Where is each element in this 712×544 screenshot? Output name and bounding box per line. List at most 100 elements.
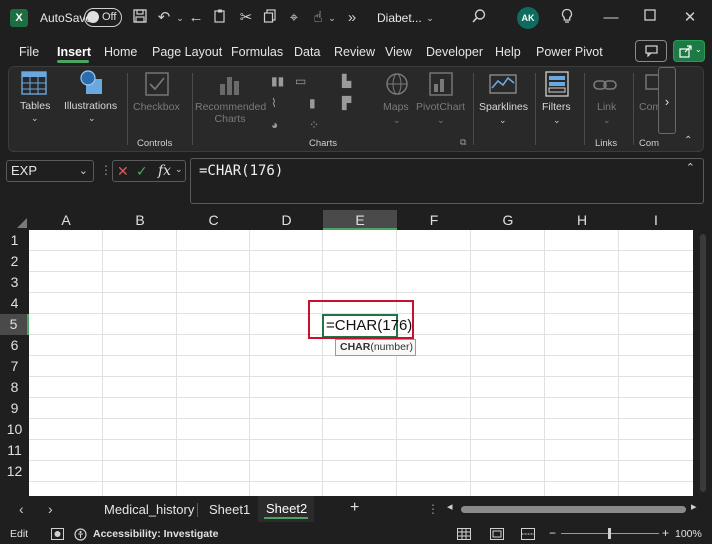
file-name-dropdown-icon[interactable]: ⌄ <box>420 8 440 28</box>
recommended-charts-icon[interactable] <box>217 72 243 99</box>
sheet-options-icon[interactable]: ⋮ <box>427 502 439 516</box>
maximize-icon[interactable] <box>640 8 660 28</box>
zoom-in-button[interactable]: + <box>662 526 669 540</box>
lightbulb-icon[interactable] <box>557 8 577 28</box>
tab-view[interactable]: View <box>385 45 412 59</box>
column-header-g[interactable]: G <box>471 210 545 230</box>
cut-icon[interactable]: ✂ <box>236 8 256 28</box>
tab-data[interactable]: Data <box>294 45 320 59</box>
pivotchart-icon[interactable] <box>429 72 453 99</box>
table-icon[interactable] <box>21 71 47 98</box>
sheet-tab-sheet1[interactable]: Sheet1 <box>209 502 250 517</box>
column-header-a[interactable]: A <box>29 210 103 230</box>
name-box-dropdown-icon[interactable]: ⌄ <box>79 161 88 181</box>
charts-dialog-launcher-icon[interactable]: ⧉ <box>460 137 466 148</box>
collapse-ribbon-icon[interactable]: ⌃ <box>684 135 692 146</box>
shapes-icon[interactable] <box>79 70 105 99</box>
filters-button[interactable]: Filters <box>542 101 571 113</box>
select-all-corner[interactable] <box>0 210 29 230</box>
column-header-d[interactable]: D <box>250 210 323 230</box>
row-header-7[interactable]: 7 <box>0 356 29 377</box>
tab-home[interactable]: Home <box>104 45 137 59</box>
macro-recording-icon[interactable] <box>51 528 64 543</box>
link-button[interactable]: Link <box>597 101 616 113</box>
illustrations-button[interactable]: Illustrations <box>64 100 117 112</box>
insert-function-button[interactable]: fx <box>158 163 171 179</box>
sparklines-dropdown-icon[interactable]: ⌄ <box>499 115 507 126</box>
cell-area[interactable] <box>29 230 693 496</box>
illustrations-dropdown-icon[interactable]: ⌄ <box>88 113 96 124</box>
sheet-tab-sheet2[interactable]: Sheet2 <box>266 501 307 516</box>
tab-power-pivot[interactable]: Power Pivot <box>536 45 603 59</box>
horizontal-scrollbar-thumb[interactable] <box>461 506 686 513</box>
copy-icon[interactable] <box>260 8 280 28</box>
row-header-11[interactable]: 11 <box>0 440 29 461</box>
column-header-b[interactable]: B <box>103 210 177 230</box>
column-header-f[interactable]: F <box>397 210 471 230</box>
row-header-10[interactable]: 10 <box>0 419 29 440</box>
tab-page-layout[interactable]: Page Layout <box>152 45 222 59</box>
column-header-e[interactable]: E <box>323 210 397 230</box>
zoom-slider-thumb[interactable] <box>608 528 611 539</box>
row-header-2[interactable]: 2 <box>0 251 29 272</box>
expand-formula-bar-icon[interactable]: ⌃ <box>686 161 695 174</box>
row-header-4[interactable]: 4 <box>0 293 29 314</box>
autosave-toggle[interactable]: Off <box>84 8 122 27</box>
column-header-c[interactable]: C <box>177 210 250 230</box>
column-header-i[interactable]: I <box>619 210 693 230</box>
maps-button[interactable]: Maps <box>383 101 409 113</box>
vertical-scrollbar[interactable] <box>694 230 712 496</box>
comment-icon[interactable] <box>645 73 665 100</box>
file-name[interactable]: Diabet... <box>377 11 422 25</box>
save-icon[interactable] <box>130 8 150 28</box>
scroll-right-icon[interactable]: › <box>48 501 53 517</box>
sparklines-icon[interactable] <box>489 72 517 99</box>
more-options-icon[interactable]: ⋮ <box>100 163 112 177</box>
accessibility-status-button[interactable]: Accessibility: Investigate <box>93 528 218 540</box>
zoom-out-button[interactable]: − <box>549 526 556 540</box>
column-header-h[interactable]: H <box>545 210 619 230</box>
h-scroll-left-icon[interactable]: ◂ <box>447 500 453 513</box>
row-header-9[interactable]: 9 <box>0 398 29 419</box>
maps-dropdown-icon[interactable]: ⌄ <box>393 115 401 126</box>
scroll-left-icon[interactable]: ‹ <box>19 501 24 517</box>
h-scroll-right-icon[interactable]: ▸ <box>691 500 697 513</box>
tab-review[interactable]: Review <box>334 45 375 59</box>
row-header-8[interactable]: 8 <box>0 377 29 398</box>
tables-button[interactable]: Tables <box>20 100 50 112</box>
comments-button[interactable] <box>635 40 667 62</box>
hierarchy-chart-icon[interactable]: ▙ <box>342 74 360 88</box>
sheet-tab-medical-history[interactable]: Medical_history <box>104 502 194 517</box>
tab-developer[interactable]: Developer <box>426 45 483 59</box>
row-header-6[interactable]: 6 <box>0 335 29 356</box>
recommended-charts-button[interactable]: Recommended Charts <box>195 101 266 125</box>
add-sheet-button[interactable]: + <box>350 499 359 517</box>
format-painter-icon[interactable]: ⌖ <box>284 8 304 28</box>
filters-dropdown-icon[interactable]: ⌄ <box>553 115 561 126</box>
page-layout-view-icon[interactable] <box>490 528 504 543</box>
column-chart-icon[interactable]: ▮▮ <box>271 74 289 88</box>
back-arrow-icon[interactable]: ← <box>186 8 206 28</box>
tables-dropdown-icon[interactable]: ⌄ <box>31 113 39 124</box>
checkbox-button[interactable]: Checkbox <box>133 101 180 113</box>
row-header-3[interactable]: 3 <box>0 272 29 293</box>
globe-icon[interactable] <box>385 72 409 99</box>
scatter-chart-icon[interactable]: ⁘ <box>309 118 327 132</box>
row-header-12[interactable]: 12 <box>0 461 29 476</box>
search-icon[interactable] <box>469 8 489 28</box>
line-chart-icon[interactable]: ▭ <box>295 74 313 88</box>
function-dropdown-icon[interactable]: ⌄ <box>175 164 183 175</box>
paste-icon[interactable] <box>210 8 230 28</box>
bar-chart-icon[interactable]: ▮ <box>309 96 327 110</box>
sparklines-button[interactable]: Sparklines <box>479 101 528 113</box>
cancel-icon[interactable]: ✕ <box>117 163 129 180</box>
name-box[interactable]: EXP ⌄ <box>6 160 94 182</box>
scrollbar-thumb[interactable] <box>700 234 706 492</box>
link-icon[interactable] <box>593 75 617 98</box>
close-icon[interactable]: ✕ <box>680 8 700 28</box>
row-header-1[interactable]: 1 <box>0 230 29 251</box>
pivotchart-dropdown-icon[interactable]: ⌄ <box>437 115 445 126</box>
zoom-level[interactable]: 100% <box>675 528 702 540</box>
ribbon-scroll-right-button[interactable]: › <box>658 67 676 134</box>
tab-insert[interactable]: Insert <box>57 45 91 59</box>
